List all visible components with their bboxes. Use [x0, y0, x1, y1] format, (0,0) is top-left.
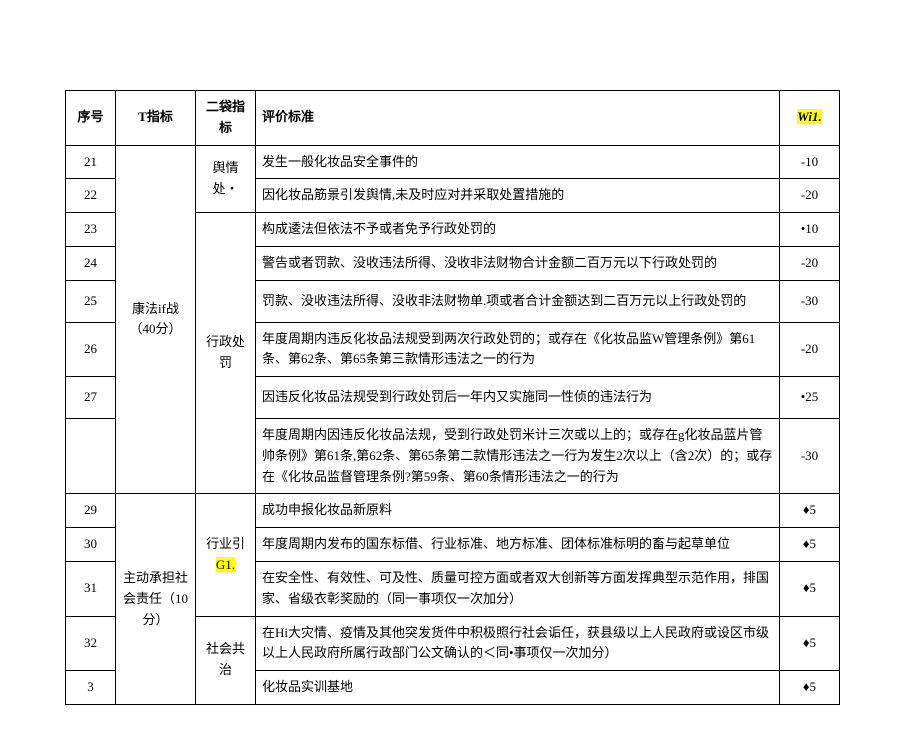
- cell-std: 年度周期内因违反化妆品法规，受到行政处罚米计三次或以上的；或存在g化妆品蓝片管帅…: [256, 418, 780, 493]
- cell-wi: ♦5: [780, 671, 840, 705]
- cell-seq: 25: [66, 280, 116, 322]
- header-seq: 序号: [66, 91, 116, 146]
- cell-std: 成功申报化妆品新原料: [256, 494, 780, 528]
- cell-wi: -10: [780, 145, 840, 179]
- sub-cell: 社会共治: [196, 616, 256, 704]
- cell-wi: ♦5: [780, 561, 840, 616]
- cell-seq: 31: [66, 561, 116, 616]
- cell-wi: ♦5: [780, 528, 840, 562]
- cell-std: 因化妆品筋景引发舆情,未及时应对并采取处置措施的: [256, 179, 780, 213]
- cell-seq: 29: [66, 494, 116, 528]
- cell-wi: -20: [780, 179, 840, 213]
- cell-seq: [66, 418, 116, 493]
- cell-wi: ♦5: [780, 616, 840, 671]
- cell-std: 化妆品实训基地: [256, 671, 780, 705]
- cell-wi: -20: [780, 246, 840, 280]
- cell-std: 罚款、没收违法所得、没收非法财物单.项或者合计金额达到二百万元以上行政处罚的: [256, 280, 780, 322]
- cell-wi: ♦5: [780, 494, 840, 528]
- header-std: 评价标准: [256, 91, 780, 146]
- table-row: 29 主动承担社会责任（10分） 行业引G1. 成功申报化妆品新原料 ♦5: [66, 494, 840, 528]
- cell-seq: 26: [66, 322, 116, 377]
- cell-wi: -20: [780, 322, 840, 377]
- evaluation-table: 序号 T指标 二袋指标 评价标准 Wi1. 21 康法if战（40分） 舆情处・…: [65, 90, 840, 705]
- header-wi: Wi1.: [780, 91, 840, 146]
- sub-cell: 行政处罚: [196, 213, 256, 494]
- group-cell: 康法if战（40分）: [116, 145, 196, 494]
- cell-seq: 23: [66, 213, 116, 247]
- cell-std: 发生一般化妆品安全事件的: [256, 145, 780, 179]
- cell-wi: •10: [780, 213, 840, 247]
- cell-seq: 24: [66, 246, 116, 280]
- cell-wi: •25: [780, 377, 840, 419]
- cell-std: 在Hi大灾情、疫情及其他突发货件中积极照行社会诟任，获县级以上人民政府或设区市级…: [256, 616, 780, 671]
- cell-seq: 27: [66, 377, 116, 419]
- sub-cell: 行业引G1.: [196, 494, 256, 616]
- cell-seq: 3: [66, 671, 116, 705]
- cell-std: 在安全性、有效性、可及性、质量可控方面或者双大创新等方面发挥典型示范作用，排国家…: [256, 561, 780, 616]
- header-sub: 二袋指标: [196, 91, 256, 146]
- sub-cell: 舆情处・: [196, 145, 256, 213]
- cell-wi: -30: [780, 280, 840, 322]
- cell-seq: 32: [66, 616, 116, 671]
- table-row: 21 康法if战（40分） 舆情处・ 发生一般化妆品安全事件的 -10: [66, 145, 840, 179]
- cell-std: 因违反化妆品法规受到行政处罚后一年内又实施同一性侦的违法行为: [256, 377, 780, 419]
- cell-wi: -30: [780, 418, 840, 493]
- cell-std: 警告或者罚款、没收违法所得、没收非法财物合计金额二百万元以下行政处罚的: [256, 246, 780, 280]
- cell-seq: 21: [66, 145, 116, 179]
- cell-seq: 22: [66, 179, 116, 213]
- cell-std: 年度周期内发布的国东标借、行业标准、地方标准、团体标准标明的畜与起草单位: [256, 528, 780, 562]
- cell-std: 构成逶法但依法不予或者免予行政处罚的: [256, 213, 780, 247]
- cell-std: 年度周期内违反化妆品法规受到两次行政处罚的；或存在《化妆品监W管理条例》第61条…: [256, 322, 780, 377]
- header-t: T指标: [116, 91, 196, 146]
- cell-seq: 30: [66, 528, 116, 562]
- header-row: 序号 T指标 二袋指标 评价标准 Wi1.: [66, 91, 840, 146]
- group-cell: 主动承担社会责任（10分）: [116, 494, 196, 705]
